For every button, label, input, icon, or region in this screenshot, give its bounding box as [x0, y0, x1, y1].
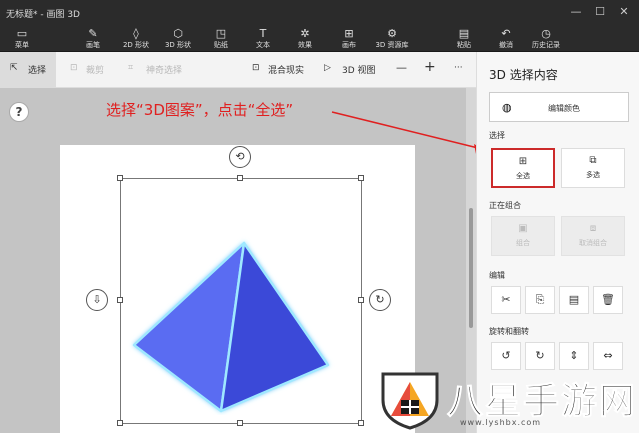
scrollbar-thumb[interactable] — [469, 208, 473, 328]
flip-vertical-icon: ⇕ — [569, 349, 579, 362]
brush-icon: ✎ — [88, 27, 98, 40]
section-select-label: 选择 — [489, 131, 505, 140]
undo-button[interactable]: ↶ 撤消 — [492, 27, 520, 51]
3d-library-button[interactable]: ⚙ 3D 资源库 — [372, 27, 412, 51]
paste-button[interactable]: ▤ 粘贴 — [450, 27, 478, 51]
paste-icon: ▤ — [568, 293, 580, 306]
copy-button[interactable]: ⎘ — [525, 286, 555, 314]
zoom-in-button[interactable]: + — [424, 59, 436, 75]
history-button[interactable]: ◷ 历史记录 — [526, 27, 566, 51]
effects-icon: ✲ — [300, 27, 310, 40]
brushes-button[interactable]: ✎ 画笔 — [78, 27, 108, 51]
mixed-reality-icon: ⊡ — [252, 63, 260, 73]
paste-icon: ▤ — [458, 27, 470, 40]
resize-handle-tr[interactable] — [358, 175, 364, 181]
2d-shapes-icon: ◊ — [133, 27, 139, 40]
section-grouping-label: 正在组合 — [489, 201, 521, 210]
push-back-icon: ⇩ — [92, 293, 102, 306]
3d-view-button[interactable]: 3D 视图 — [342, 63, 376, 76]
stickers-button[interactable]: ◳ 贴纸 — [206, 27, 236, 51]
close-button[interactable]: ✕ — [612, 4, 636, 20]
resize-handle-t[interactable] — [237, 175, 243, 181]
paste-panel-button[interactable]: ▤ — [559, 286, 589, 314]
ungroup-button[interactable]: ⧈ 取消组合 — [561, 216, 625, 256]
rotate-y-icon: ↻ — [375, 293, 385, 306]
title-bar: 无标题* - 画图 3D — ☐ ✕ — [0, 0, 639, 26]
section-edit-label: 编辑 — [489, 271, 505, 280]
magic-select-button[interactable]: 神奇选择 — [146, 63, 182, 76]
text-button[interactable]: T 文本 — [248, 27, 278, 51]
minimize-button[interactable]: — — [564, 4, 588, 20]
flip-vertical-button[interactable]: ⇕ — [559, 342, 589, 370]
zoom-out-button[interactable]: — — [396, 61, 407, 74]
menu-button[interactable]: ▭ 菜单 — [8, 27, 36, 51]
group-icon: ▣ — [518, 223, 528, 234]
sticker-icon: ◳ — [215, 27, 227, 40]
select-tool-label: 选择 — [28, 66, 47, 76]
help-button[interactable]: ? — [9, 102, 29, 122]
text-icon: T — [259, 27, 267, 40]
ribbon: ▭ 菜单 ✎ 画笔 ◊ 2D 形状 ⬡ 3D 形状 ◳ 贴纸 T 文本 ✲ 效果… — [0, 26, 639, 52]
3d-pyramid-object[interactable] — [126, 235, 336, 415]
flip-horizontal-button[interactable]: ⇔ — [593, 342, 623, 370]
tutorial-annotation: 选择“3D图案”，点击“全选” — [106, 101, 294, 119]
delete-button[interactable]: 🗑 — [593, 286, 623, 314]
rotate-icon: ⟲ — [235, 150, 245, 163]
rotate-z-handle[interactable]: ⟲ — [229, 146, 251, 168]
resize-handle-tl[interactable] — [117, 175, 123, 181]
multi-select-icon: ⧉ — [589, 155, 597, 166]
cut-button[interactable]: ✂ — [491, 286, 521, 314]
2d-shapes-button[interactable]: ◊ 2D 形状 — [118, 27, 154, 51]
cursor-icon: ⇱ — [10, 63, 18, 73]
crop-icon: ⊡ — [70, 63, 78, 73]
multi-select-button[interactable]: ⧉ 多选 — [561, 148, 625, 188]
watermark-text: 八星手游网 — [446, 381, 638, 423]
resize-handle-r[interactable] — [358, 297, 364, 303]
resize-handle-l[interactable] — [117, 297, 123, 303]
3d-shapes-icon: ⬡ — [173, 27, 183, 40]
3d-view-icon: ▷ — [324, 63, 331, 73]
ungroup-icon: ⧈ — [589, 223, 597, 234]
canvas-icon: ⊞ — [344, 27, 354, 40]
folder-icon: ▭ — [16, 27, 28, 40]
effects-button[interactable]: ✲ 效果 — [290, 27, 320, 51]
watermark-url: www.lyshbx.com — [460, 418, 542, 427]
resize-handle-b[interactable] — [237, 420, 243, 426]
3d-shapes-button[interactable]: ⬡ 3D 形状 — [160, 27, 196, 51]
depth-handle[interactable]: ⇩ — [86, 289, 108, 311]
select-all-icon: ⊞ — [518, 156, 528, 167]
window-title: 无标题* - 画图 3D — [6, 10, 80, 20]
crop-button[interactable]: 裁剪 — [86, 63, 104, 76]
copy-icon: ⎘ — [535, 293, 545, 306]
resize-handle-br[interactable] — [358, 420, 364, 426]
history-icon: ◷ — [541, 27, 551, 40]
toolbar: ⇱ 选择 ⊡ 裁剪 ⌗ 神奇选择 ⊡ 混合现实 ▷ 3D 视图 — + ··· — [0, 52, 476, 88]
rotate-left-button[interactable]: ↺ — [491, 342, 521, 370]
select-tool-button[interactable]: ⇱ 选择 — [0, 52, 56, 88]
magic-select-icon: ⌗ — [128, 63, 134, 73]
select-all-button[interactable]: ⊞ 全选 — [491, 148, 555, 188]
resize-handle-bl[interactable] — [117, 420, 123, 426]
group-button[interactable]: ▣ 组合 — [491, 216, 555, 256]
rotate-y-handle[interactable]: ↻ — [369, 289, 391, 311]
rotate-left-icon: ↺ — [501, 349, 511, 362]
trash-icon: 🗑 — [601, 293, 615, 306]
rotate-right-button[interactable]: ↻ — [525, 342, 555, 370]
undo-icon: ↶ — [501, 27, 511, 40]
rotate-right-icon: ↻ — [535, 349, 545, 362]
more-button[interactable]: ··· — [454, 63, 463, 73]
edit-color-button[interactable]: ◍ 编辑颜色 — [489, 92, 629, 122]
panel-title: 3D 选择内容 — [489, 68, 558, 82]
maximize-button[interactable]: ☐ — [588, 4, 612, 20]
scissors-icon: ✂ — [501, 293, 511, 306]
mixed-reality-button[interactable]: 混合现实 — [268, 63, 304, 76]
flip-horizontal-icon: ⇔ — [603, 349, 613, 362]
section-rotate-label: 旋转和翻转 — [489, 327, 529, 336]
canvas-button[interactable]: ⊞ 画布 — [334, 27, 364, 51]
watermark-logo — [381, 372, 439, 430]
3d-library-icon: ⚙ — [387, 27, 397, 40]
palette-icon: ◍ — [502, 101, 512, 114]
